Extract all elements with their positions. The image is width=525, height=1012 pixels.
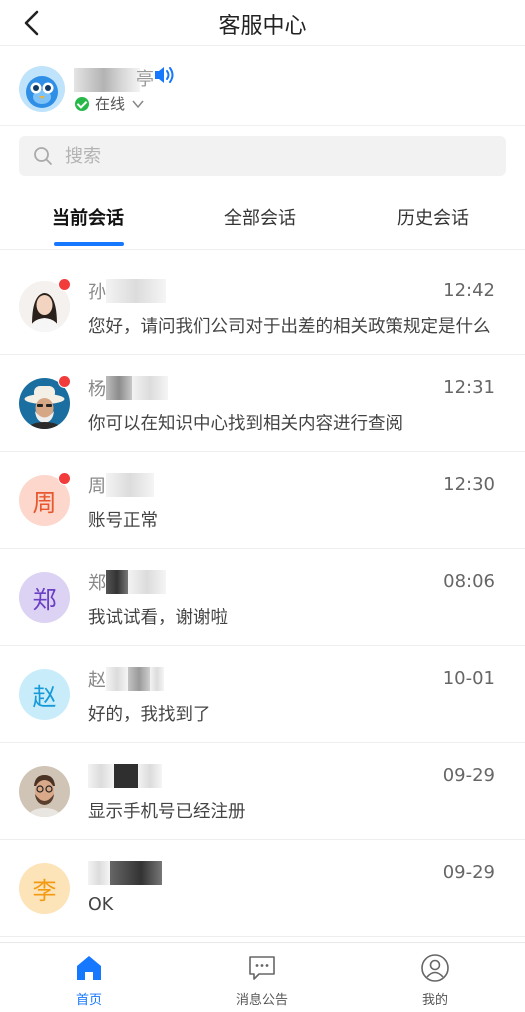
agent-avatar[interactable] — [19, 66, 65, 112]
tab-current-conversations[interactable]: 当前会话 — [52, 204, 124, 230]
unread-badge — [58, 278, 71, 291]
conversation-row[interactable]: 周 周 12:30 账号正常 — [0, 452, 525, 549]
message-time: 10-01 — [442, 668, 495, 689]
contact-name: 赵 — [88, 666, 164, 692]
tab-home[interactable]: 首页 — [49, 953, 129, 1008]
message-time: 09-29 — [442, 765, 495, 786]
online-check-icon — [75, 96, 89, 111]
name-redaction — [74, 68, 140, 92]
top-nav-bar: 客服中心 — [0, 0, 525, 46]
conversation-row[interactable]: 杨 12:31 你可以在知识中心找到相关内容进行查阅 — [0, 355, 525, 452]
contact-name — [88, 763, 162, 789]
message-icon — [249, 956, 275, 980]
search-area — [0, 126, 525, 184]
message-preview: OK — [88, 895, 114, 915]
search-icon — [34, 147, 52, 165]
speaker-icon[interactable] — [152, 62, 178, 88]
tab-label: 消息公告 — [235, 993, 288, 1008]
search-input[interactable] — [65, 145, 465, 167]
conversation-row[interactable]: 09-29 显示手机号已经注册 — [0, 743, 525, 840]
message-preview: 显示手机号已经注册 — [88, 802, 246, 822]
message-preview: 好的，我找到了 — [88, 705, 211, 725]
message-preview: 账号正常 — [88, 511, 158, 531]
avatar: 郑 — [19, 572, 70, 623]
conversation-tabs: 当前会话 全部会话 历史会话 — [0, 186, 525, 250]
tab-profile[interactable]: 我的 — [395, 953, 475, 1008]
message-time: 12:31 — [443, 377, 495, 398]
contact-name: 郑 — [88, 569, 166, 595]
chevron-down-icon — [132, 100, 144, 108]
message-time: 08:06 — [443, 571, 495, 592]
tab-history-conversations[interactable]: 历史会话 — [397, 204, 469, 230]
avatar: 李 — [19, 863, 70, 914]
conversation-row[interactable]: 李 09-29 OK — [0, 840, 525, 937]
agent-profile: 亭 在线 — [0, 46, 525, 126]
home-icon — [77, 956, 101, 980]
search-box[interactable] — [19, 136, 506, 176]
tab-label: 首页 — [75, 993, 102, 1008]
avatar — [19, 766, 70, 817]
tab-all-conversations[interactable]: 全部会话 — [224, 204, 296, 230]
contact-name: 周 — [88, 472, 154, 498]
message-time: 12:42 — [443, 280, 495, 301]
status-label: 在线 — [95, 95, 126, 113]
conversation-row[interactable]: 赵 赵 10-01 好的，我找到了 — [0, 646, 525, 743]
user-icon — [421, 954, 449, 982]
message-preview: 我试试看，谢谢啦 — [88, 608, 228, 628]
unread-badge — [58, 472, 71, 485]
message-time: 12:30 — [443, 474, 495, 495]
active-tab-indicator — [54, 242, 124, 246]
contact-name: 杨 — [88, 375, 168, 401]
conversation-row[interactable]: 孙 12:42 您好，请问我们公司对于出差的相关政策规定是什么 — [0, 258, 525, 355]
avatar: 赵 — [19, 669, 70, 720]
contact-name: 孙 — [88, 278, 166, 304]
unread-badge — [58, 375, 71, 388]
conversation-row[interactable]: 郑 郑 08:06 我试试看，谢谢啦 — [0, 549, 525, 646]
tab-messages[interactable]: 消息公告 — [222, 953, 302, 1008]
conversation-list: 孙 12:42 您好，请问我们公司对于出差的相关政策规定是什么 杨 12:31 … — [0, 258, 525, 937]
message-time: 09-29 — [442, 862, 495, 883]
contact-name — [88, 860, 162, 886]
message-preview: 您好，请问我们公司对于出差的相关政策规定是什么 — [88, 317, 491, 337]
agent-name: 亭 — [74, 65, 154, 92]
bottom-tab-bar: 首页 消息公告 我的 — [0, 942, 525, 1012]
tab-label: 我的 — [421, 993, 448, 1008]
message-preview: 你可以在知识中心找到相关内容进行查阅 — [88, 414, 403, 434]
page-title: 客服中心 — [218, 14, 307, 39]
online-status-dropdown[interactable]: 在线 — [75, 93, 145, 114]
